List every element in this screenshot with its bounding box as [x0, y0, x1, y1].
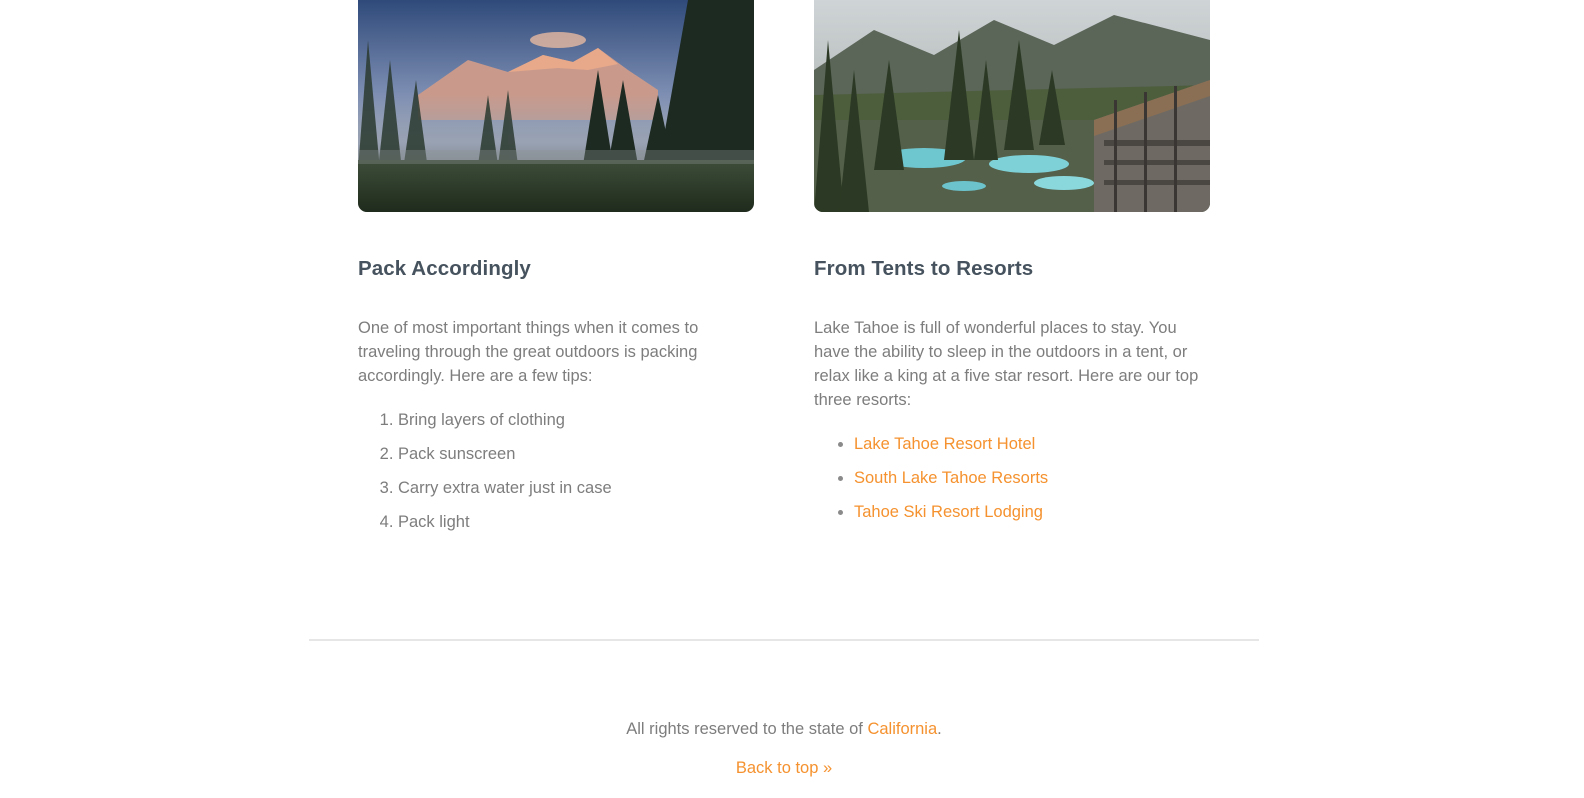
pack-intro: One of most important things when it com… [358, 319, 699, 385]
list-item: Tahoe Ski Resort Lodging [854, 500, 1214, 524]
list-item: Lake Tahoe Resort Hotel [854, 432, 1214, 456]
resorts-heading: From Tents to Resorts [814, 257, 1034, 280]
list-item: Bring layers of clothing [398, 408, 738, 432]
resort-link-tahoe-ski-resort-lodging[interactable]: Tahoe Ski Resort Lodging [854, 503, 1043, 521]
resorts-section: From Tents to Resorts Lake Tahoe is full… [814, 255, 1214, 534]
pack-tips-list: Bring layers of clothing Pack sunscreen … [358, 408, 738, 534]
list-item: Carry extra water just in case [398, 476, 738, 500]
footer-rights-text: All rights reserved to the state of [626, 720, 868, 738]
footer-divider [309, 639, 1259, 641]
list-item: Pack sunscreen [398, 442, 738, 466]
footer-rights-period: . [937, 720, 942, 738]
california-link[interactable]: California [867, 720, 937, 738]
resort-link-south-lake-tahoe-resorts[interactable]: South Lake Tahoe Resorts [854, 469, 1048, 487]
pack-section: Pack Accordingly One of most important t… [358, 255, 738, 544]
footer-rights: All rights reserved to the state of Cali… [0, 717, 1568, 741]
misty-forest-meadow-photo [358, 0, 754, 212]
page: Pack Accordingly One of most important t… [0, 0, 1584, 798]
resorts-intro: Lake Tahoe is full of wonderful places t… [814, 319, 1199, 409]
footer-back: Back to top » [0, 756, 1568, 780]
list-item: Pack light [398, 510, 738, 534]
resort-pool-mountain-photo [814, 0, 1210, 212]
back-to-top-link[interactable]: Back to top » [736, 759, 832, 777]
list-item: South Lake Tahoe Resorts [854, 466, 1214, 490]
pack-heading: Pack Accordingly [358, 257, 531, 280]
resort-link-lake-tahoe-resort-hotel[interactable]: Lake Tahoe Resort Hotel [854, 435, 1035, 453]
resorts-list: Lake Tahoe Resort Hotel South Lake Tahoe… [814, 432, 1214, 524]
